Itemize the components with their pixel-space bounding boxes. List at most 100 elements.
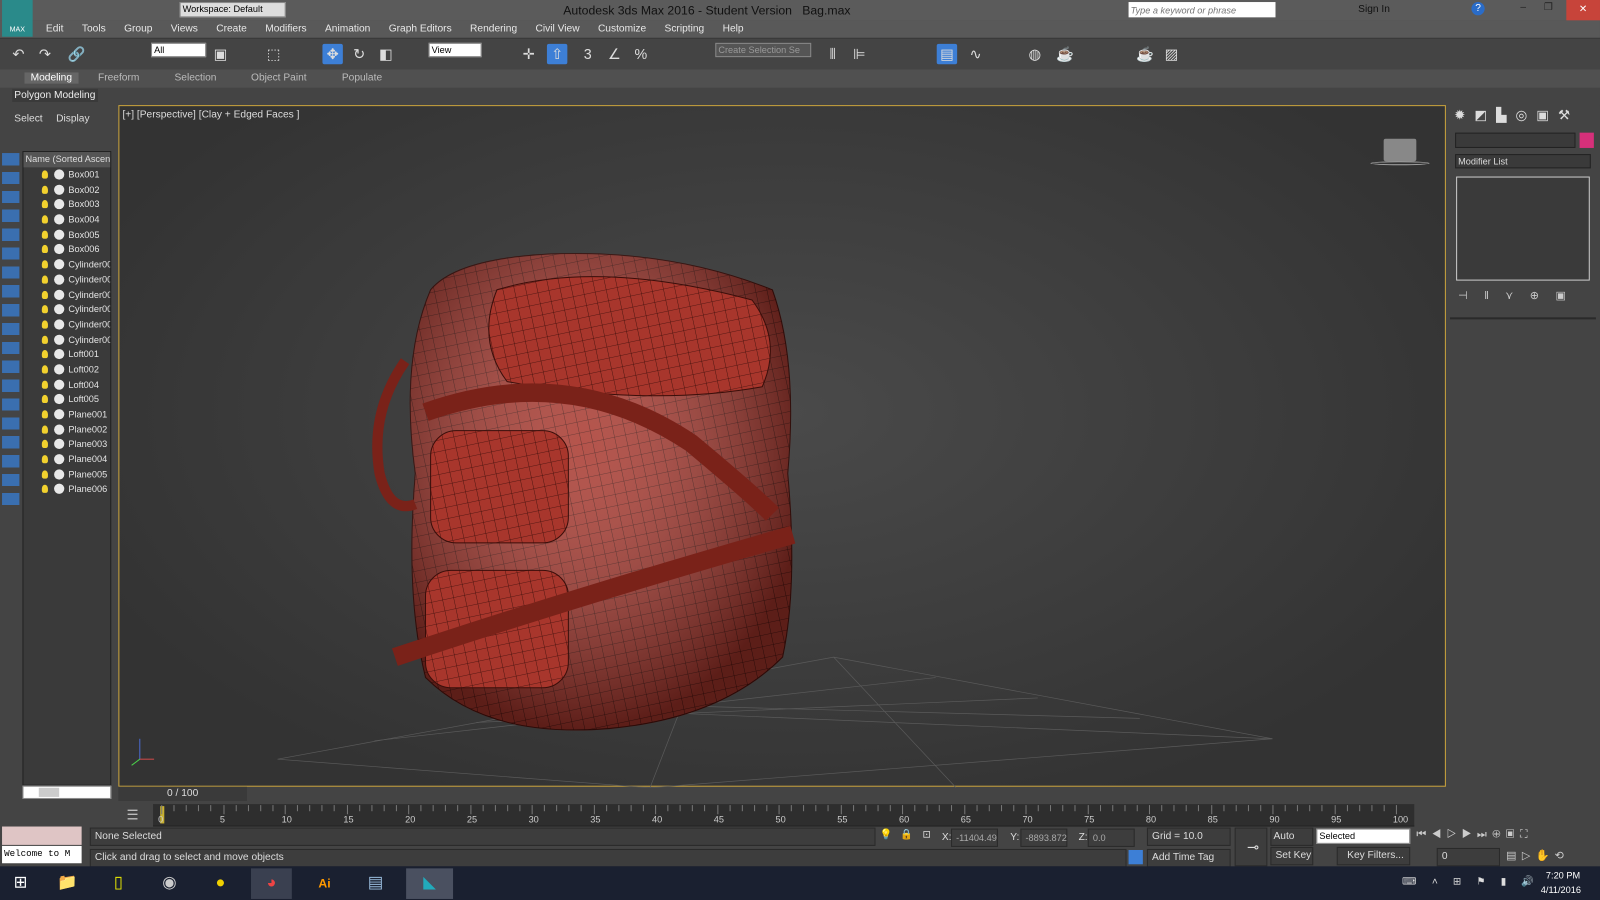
time-slider[interactable]: 0 / 100	[118, 786, 247, 802]
tray-icons[interactable]: ⌨ ˄ ⊞ ⚑ ▮ 🔊	[1402, 877, 1540, 888]
manipulate-icon[interactable]: ⇧	[546, 43, 568, 65]
transform-mode-icon[interactable]: ⊡	[922, 830, 931, 841]
mirror-icon[interactable]: ⫴	[822, 44, 842, 64]
list-item[interactable]: Box001	[23, 167, 110, 182]
lock-icon[interactable]: 🔒	[900, 830, 913, 841]
list-item[interactable]: Plane004	[23, 452, 110, 467]
menu-graph-editors[interactable]: Graph Editors	[380, 20, 461, 37]
start-button[interactable]: ⊞	[0, 868, 41, 899]
percent-snap-icon[interactable]: %	[631, 44, 651, 64]
angle-snap-icon[interactable]: ∠	[604, 44, 624, 64]
pivot-icon[interactable]: ✛	[518, 44, 538, 64]
restore-button[interactable]: ❐	[1544, 2, 1553, 13]
list-item[interactable]: Plane001	[23, 407, 110, 422]
menu-scripting[interactable]: Scripting	[655, 20, 713, 37]
illustrator-icon[interactable]: Ai	[304, 868, 345, 899]
add-time-tag-button[interactable]: Add Time Tag	[1146, 848, 1231, 868]
close-button[interactable]: ✕	[1566, 0, 1600, 21]
menu-civil-view[interactable]: Civil View	[526, 20, 588, 37]
list-item[interactable]: Plane005	[23, 467, 110, 482]
align-icon[interactable]: ⊫	[849, 44, 869, 64]
list-item[interactable]: Box004	[23, 212, 110, 227]
x-coordinate[interactable]: -11404.49	[951, 828, 998, 847]
menu-animation[interactable]: Animation	[316, 20, 380, 37]
yellow-app-icon[interactable]: ●	[200, 868, 241, 899]
list-item[interactable]: Box003	[23, 197, 110, 212]
frame-window-icon[interactable]: ▨	[1161, 44, 1181, 64]
auto-key-button[interactable]: Auto Key	[1270, 827, 1314, 858]
list-item[interactable]: Box002	[23, 182, 110, 197]
menu-create[interactable]: Create	[207, 20, 256, 37]
maxscript-output[interactable]: Welcome to M	[2, 845, 82, 864]
link-icon[interactable]: 🔗	[66, 44, 86, 64]
set-key-button[interactable]: Set Key	[1270, 846, 1314, 866]
list-item[interactable]: Cylinder00	[23, 272, 110, 287]
ribbon-tab-freeform[interactable]: Freeform	[98, 72, 139, 83]
sign-in-link[interactable]: Sign In	[1358, 4, 1390, 15]
z-coordinate[interactable]: 0.0	[1087, 828, 1135, 847]
key-mode-dropdown[interactable]: Selected	[1316, 828, 1411, 844]
scene-list[interactable]: Name (Sorted Ascend Box001 Box002 Box003 Bo…	[22, 151, 112, 786]
list-item[interactable]: Box006	[23, 242, 110, 257]
menu-edit[interactable]: Edit	[37, 20, 73, 37]
select-object-icon[interactable]: ▣	[210, 44, 230, 64]
modifier-stack[interactable]	[1456, 176, 1590, 281]
help-icon[interactable]: ?	[1471, 2, 1485, 16]
mini-curve-editor-icon[interactable]: ☰	[127, 807, 139, 823]
list-item[interactable]: Box005	[23, 227, 110, 242]
ribbon-tab-modeling[interactable]: Modeling	[24, 72, 79, 84]
ribbon-tab-populate[interactable]: Populate	[342, 72, 382, 83]
clock-date[interactable]: 4/11/2016	[1541, 885, 1581, 895]
redo-icon[interactable]: ↷	[35, 44, 55, 64]
snap-icon[interactable]: 3	[578, 44, 598, 64]
selection-filter[interactable]: All	[151, 42, 207, 58]
rotate-icon[interactable]: ↻	[349, 44, 369, 64]
material-editor-icon[interactable]: ◍	[1024, 44, 1044, 64]
scale-icon[interactable]: ◧	[376, 44, 396, 64]
search-input[interactable]	[1128, 2, 1276, 18]
current-frame-field[interactable]: 0	[1436, 847, 1500, 867]
ribbon-tab-object-paint[interactable]: Object Paint	[251, 72, 307, 83]
scene-explorer-icon[interactable]: ▤	[936, 43, 958, 65]
list-item[interactable]: Loft005	[23, 392, 110, 407]
menu-views[interactable]: Views	[162, 20, 207, 37]
tab-display[interactable]: Display	[56, 113, 89, 124]
list-item[interactable]: Loft002	[23, 362, 110, 377]
add-time-tag-icon[interactable]	[1128, 849, 1143, 865]
app-logo[interactable]: MAX	[2, 0, 33, 37]
file-explorer-icon[interactable]: 📁	[47, 868, 88, 899]
list-item[interactable]: Cylinder00	[23, 332, 110, 347]
render-icon[interactable]: ☕	[1135, 44, 1155, 64]
curve-editor-icon[interactable]: ∿	[965, 44, 985, 64]
list-item[interactable]: Cylinder00	[23, 302, 110, 317]
key-filters-button[interactable]: Key Filters...	[1336, 846, 1411, 866]
3dsmax-taskbar-icon[interactable]: ◣	[406, 868, 454, 899]
stack-tools[interactable]: ⊣‖⋎⊕▣	[1458, 289, 1591, 302]
ribbon-tab-selection[interactable]: Selection	[174, 72, 216, 83]
tab-select[interactable]: Select	[14, 113, 42, 124]
list-item[interactable]: Plane003	[23, 437, 110, 452]
viewport-nav-controls[interactable]: ▤▷✋⟲	[1506, 849, 1569, 862]
steam-icon[interactable]: ◉	[149, 868, 190, 899]
y-coordinate[interactable]: -8893.872	[1020, 828, 1068, 847]
menu-modifiers[interactable]: Modifiers	[256, 20, 316, 37]
list-item[interactable]: Plane006	[23, 482, 110, 497]
maxscript-listener[interactable]	[2, 826, 82, 845]
object-color-swatch[interactable]	[1579, 132, 1594, 148]
document-icon[interactable]: ▤	[355, 868, 396, 899]
menu-tools[interactable]: Tools	[73, 20, 115, 37]
undo-icon[interactable]: ↶	[8, 44, 28, 64]
menu-help[interactable]: Help	[713, 20, 752, 37]
list-scrollbar[interactable]	[22, 785, 112, 799]
chrome-icon[interactable]: ◕	[251, 868, 292, 899]
list-item[interactable]: Loft004	[23, 377, 110, 392]
trackbar[interactable]: 0 5 10 15 20 25 30 35 40 45 50 55 60 65 70 75 80 85 90 95 10…	[153, 804, 1415, 827]
rect-select-icon[interactable]: ⬚	[263, 44, 283, 64]
menu-rendering[interactable]: Rendering	[461, 20, 526, 37]
list-item[interactable]: Cylinder00	[23, 287, 110, 302]
list-item[interactable]: Cylinder00	[23, 317, 110, 332]
column-header[interactable]: Name (Sorted Ascend	[23, 152, 111, 168]
render-setup-icon[interactable]: ☕	[1055, 44, 1075, 64]
modifier-list-dropdown[interactable]: Modifier List	[1455, 154, 1591, 169]
ref-coord-dropdown[interactable]: View	[428, 42, 482, 58]
